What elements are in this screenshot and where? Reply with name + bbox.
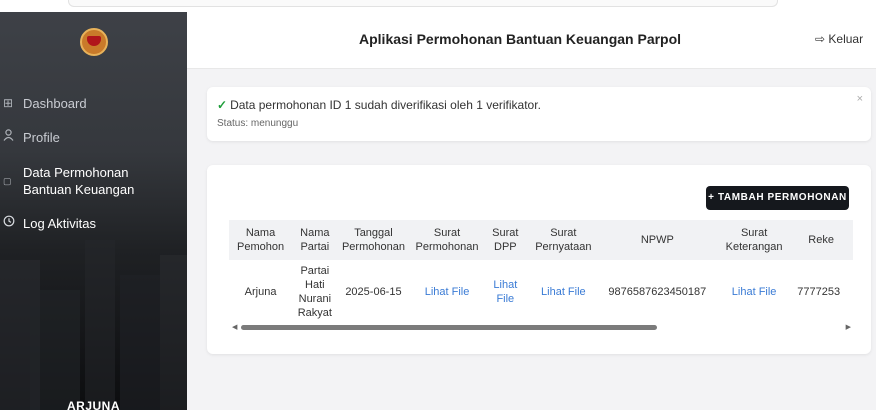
alert-message-row: ✓ Data permohonan ID 1 sudah diverifikasi…	[217, 98, 541, 112]
user-icon	[3, 129, 17, 146]
sidebar-item-label: Data Permohonan Bantuan Keuangan	[23, 165, 135, 197]
cell-rekening: 7777253	[797, 286, 841, 298]
sidebar-item-profile[interactable]: Profile	[0, 129, 187, 146]
permohonan-table-card: + TAMBAH PERMOHONAN Nama Pemohon Nama Part…	[207, 165, 871, 354]
history-icon	[3, 215, 17, 232]
verification-alert: ✓ Data permohonan ID 1 sudah diverifikasi…	[207, 87, 871, 141]
cell-nama-partai: Partai Hati Nurani Rakyat	[297, 265, 332, 319]
document-icon: ▢	[3, 176, 12, 186]
table-row: Arjuna Partai Hati Nurani Rakyat 2025-06…	[229, 260, 853, 324]
scroll-left-arrow-icon[interactable]: ◀	[232, 323, 237, 331]
horizontal-scrollbar[interactable]: ◀ ▶	[229, 323, 853, 333]
sidebar-item-dashboard[interactable]: ⊞ Dashboard	[0, 95, 187, 112]
scroll-right-arrow-icon[interactable]: ▶	[846, 323, 851, 331]
column-header-rekening: Reke	[794, 220, 853, 260]
column-header-surat-keterangan: Surat Keterangan	[713, 220, 795, 260]
column-header-surat-pernyataan: Surat Pernyataan	[525, 220, 601, 260]
logout-icon: ⇨	[815, 32, 826, 46]
column-header-npwp: NPWP	[600, 220, 714, 260]
column-header-surat-dpp: Surat DPP	[484, 220, 526, 260]
cell-surat-permohonan-link[interactable]: Lihat File	[409, 260, 484, 324]
cell-tanggal: 2025-06-15	[345, 286, 402, 298]
table-scroll-area[interactable]: Nama Pemohon Nama Partai Tanggal Permohonan…	[229, 220, 853, 325]
sidebar-item-label: Log Aktivitas	[23, 216, 96, 231]
cell-nama-pemohon: Arjuna	[244, 286, 277, 298]
scrollbar-thumb[interactable]	[241, 325, 657, 330]
column-header-surat-permohonan: Surat Permohonan	[409, 220, 485, 260]
address-bar	[68, 0, 778, 7]
close-icon[interactable]: ×	[857, 93, 863, 105]
party-logo	[80, 28, 108, 56]
add-permohonan-button[interactable]: + TAMBAH PERMOHONAN	[706, 186, 849, 210]
alert-status: Status: menunggu	[217, 118, 299, 129]
check-icon: ✓	[217, 98, 228, 112]
column-header-tanggal: Tanggal Permohonan	[337, 220, 410, 260]
column-header-nama-partai: Nama Partai	[292, 220, 338, 260]
sidebar-item-data-permohonan[interactable]: ▢ Data Permohonan Bantuan Keuangan	[0, 164, 187, 198]
cell-surat-pernyataan-link[interactable]: Lihat File	[526, 260, 601, 324]
cell-surat-dpp-link[interactable]: Lihat File	[485, 260, 526, 324]
table-header-row: Nama Pemohon Nama Partai Tanggal Permohonan…	[229, 220, 853, 260]
sidebar-item-label: Dashboard	[23, 96, 87, 111]
user-name: ARJUNA	[66, 399, 120, 410]
alert-message: Data permohonan ID 1 sudah diverifikasi …	[230, 98, 541, 112]
city-skyline-background	[0, 240, 187, 410]
sidebar-item-label: Profile	[23, 130, 60, 145]
sidebar-item-log-aktivitas[interactable]: Log Aktivitas	[0, 215, 187, 232]
cell-surat-keterangan-link[interactable]: Lihat File	[714, 260, 794, 324]
logout-label: Keluar	[828, 32, 864, 46]
page-title: Aplikasi Permohonan Bantuan Keuangan Par…	[359, 31, 682, 47]
app-header: Aplikasi Permohonan Bantuan Keuangan Par…	[187, 12, 876, 69]
sidebar: ⊞ Dashboard Profile ▢ Data Permohonan Ba…	[0, 12, 187, 410]
logout-button[interactable]: ⇨ Keluar	[815, 32, 863, 46]
grid-icon: ⊞	[3, 96, 14, 110]
permohonan-table: Nama Pemohon Nama Partai Tanggal Permohonan…	[229, 220, 853, 324]
column-header-nama-pemohon: Nama Pemohon	[229, 220, 293, 260]
cell-npwp: 9876587623450187	[608, 286, 707, 298]
